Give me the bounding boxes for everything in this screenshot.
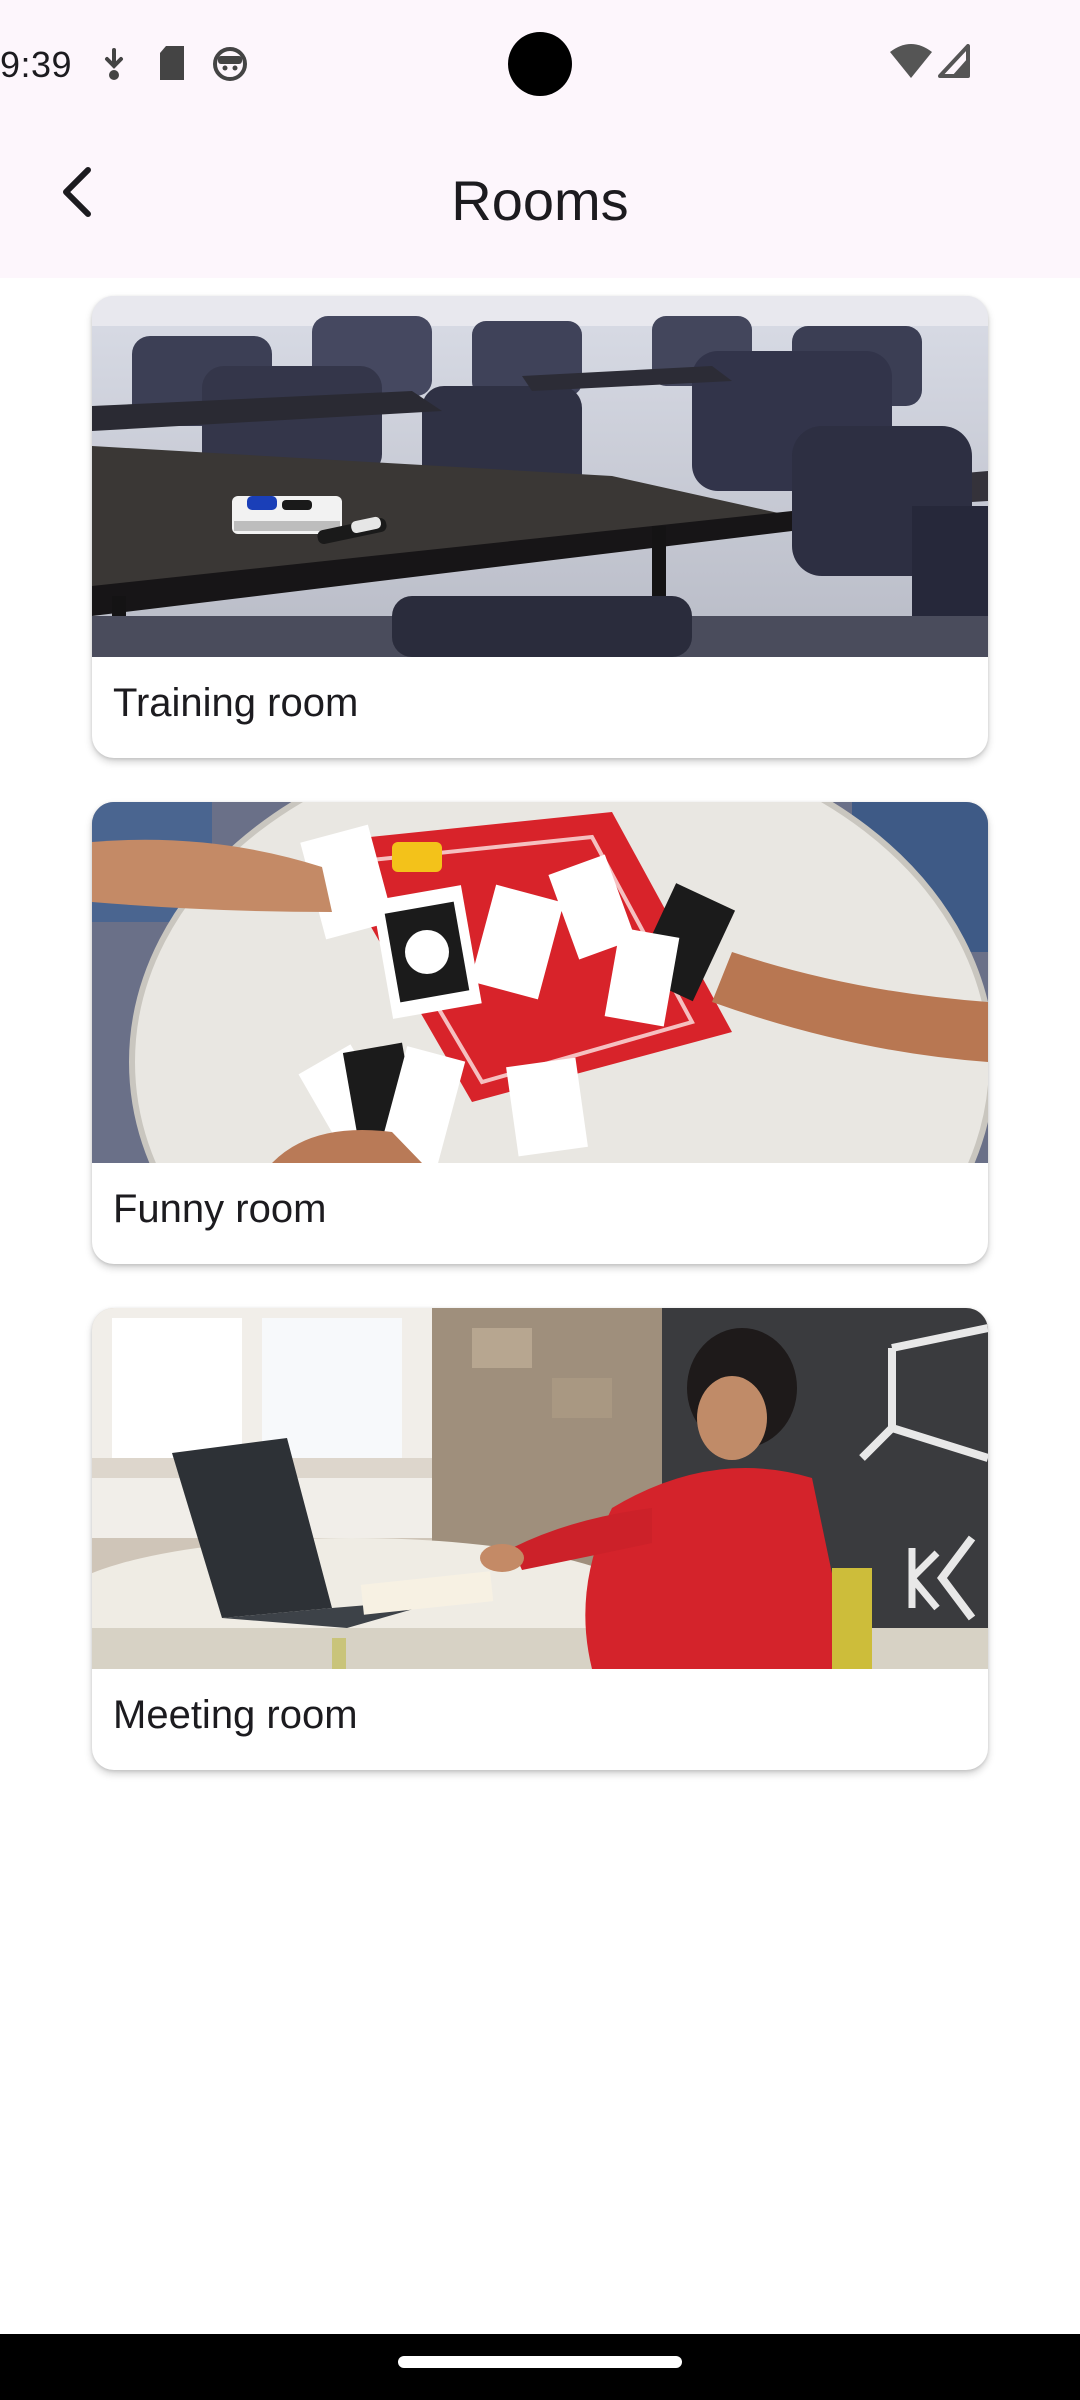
card-game-table-photo [92, 802, 988, 1163]
room-card-funny[interactable]: Funny room [92, 802, 988, 1264]
cellular-signal-icon [938, 44, 970, 83]
face-icon [212, 46, 248, 87]
room-card-training[interactable]: Training room [92, 296, 988, 758]
download-arrow-icon [100, 46, 128, 87]
camera-cutout [508, 32, 572, 96]
app-bar: Rooms [0, 128, 1080, 278]
room-label: Funny room [113, 1187, 327, 1231]
page-title: Rooms [451, 169, 629, 232]
room-label: Meeting room [113, 1693, 358, 1737]
room-card-meeting[interactable]: Meeting room [92, 1308, 988, 1770]
home-gesture-handle[interactable] [398, 2356, 682, 2368]
room-label: Training room [113, 681, 359, 725]
status-time: 9:39 [0, 44, 73, 85]
person-with-laptop-photo [92, 1308, 988, 1669]
classroom-desks-photo [92, 296, 988, 657]
status-bar: 9:39 [0, 0, 1080, 128]
sd-card-icon [158, 46, 186, 85]
wifi-icon [890, 44, 932, 83]
rooms-list: Training room Funny room Meeting room [92, 296, 988, 1814]
system-nav-bar [0, 2334, 1080, 2400]
